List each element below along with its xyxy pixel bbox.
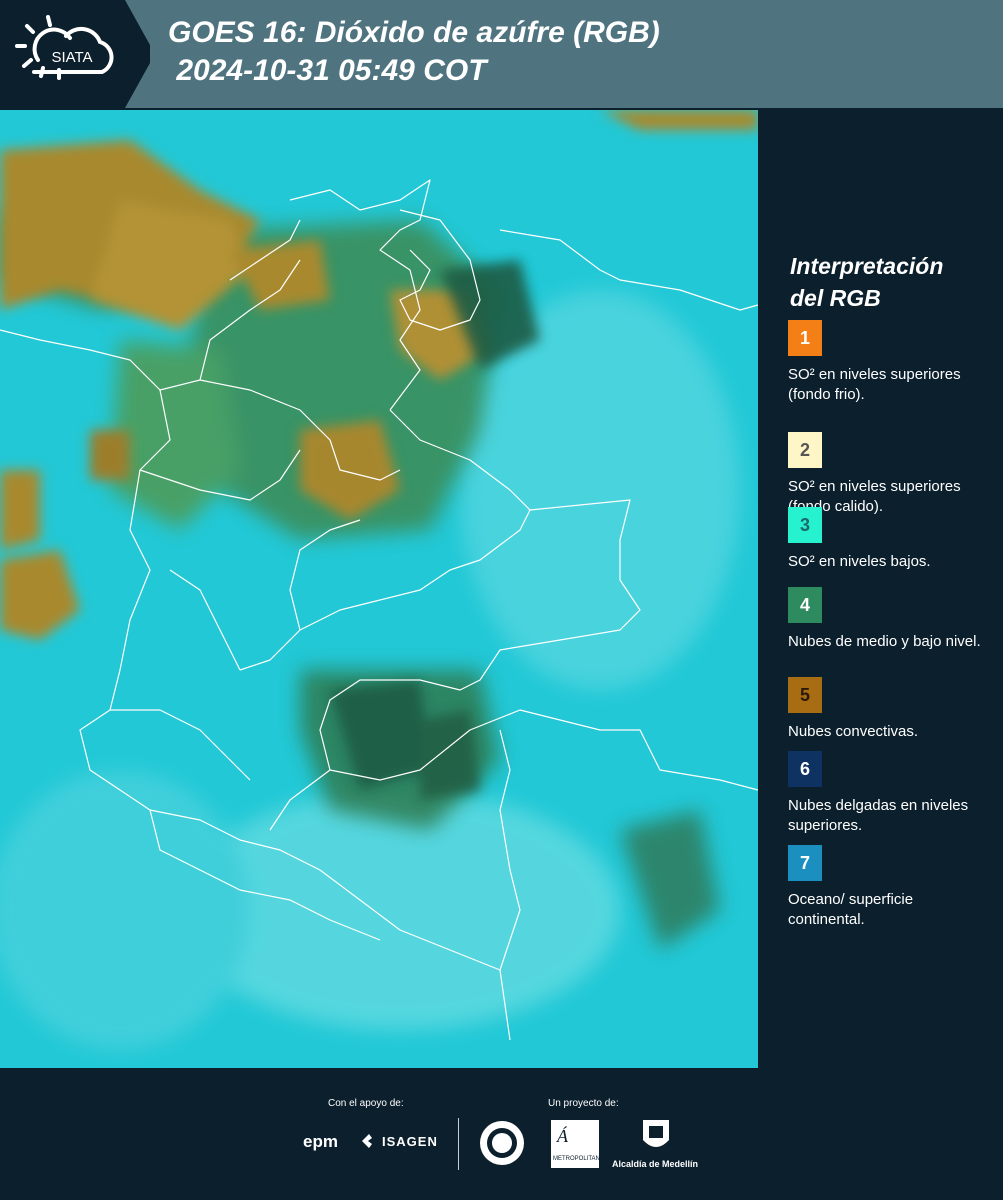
legend-item-text: Nubes convectivas. <box>788 723 919 740</box>
area-metropolitana-logo: Á METROPOLITANA <box>551 1120 604 1168</box>
epm-logo: epm <box>303 1132 338 1151</box>
legend-item-text: Nubes delgadas en niveles superiores. <box>788 797 969 834</box>
legend-swatch: 1 <box>788 320 822 356</box>
legend-title: Interpretación del RGB <box>790 250 943 314</box>
legend-title-line-2: del RGB <box>790 285 881 311</box>
legend-item-text: Oceano/ superficie continental. <box>788 891 914 928</box>
legend-swatch: 6 <box>788 751 822 787</box>
legend-item: 5 Nubes convectivas. <box>788 677 993 742</box>
legend-swatch: 2 <box>788 432 822 468</box>
legend-item-text: SO² en niveles bajos. <box>788 553 931 570</box>
legend-swatch: 4 <box>788 587 822 623</box>
title-line-1: GOES 16: Dióxido de azúfre (RGB) <box>168 16 660 49</box>
header-bar: SIATA GOES 16: Dióxido de azúfre (RGB) 2… <box>0 0 1003 108</box>
legend-title-line-1: Interpretación <box>790 253 944 279</box>
legend-item-text: SO² en niveles superiores (fondo frio). <box>788 366 961 403</box>
legend-swatch: 7 <box>788 845 822 881</box>
medellin-shield-icon <box>643 1120 669 1147</box>
satellite-map[interactable] <box>0 110 758 1068</box>
legend-item: 3 SO² en niveles bajos. <box>788 507 993 572</box>
isagen-mark-icon <box>362 1134 372 1148</box>
university-seal-icon <box>480 1121 524 1165</box>
map-image <box>0 110 758 1068</box>
legend-item: 4 Nubes de medio y bajo nivel. <box>788 587 993 652</box>
legend-panel: Interpretación del RGB 1 SO² en niveles s… <box>760 110 1003 1068</box>
siata-logo-icon: SIATA <box>15 15 114 80</box>
svg-text:SIATA: SIATA <box>51 49 92 66</box>
isagen-text: ISAGEN <box>382 1133 438 1149</box>
legend-item: 1 SO² en niveles superiores (fondo frio). <box>788 320 993 405</box>
footer-divider <box>458 1118 459 1170</box>
project-label: Un proyecto de: <box>548 1098 619 1109</box>
alcaldia-text: Alcaldía de Medellín <box>612 1159 699 1169</box>
page-title: GOES 16: Dióxido de azúfre (RGB) 2024-10… <box>168 14 660 90</box>
legend-item: 2 SO² en niveles superiores (fondo calido… <box>788 432 993 517</box>
legend-item-text: Nubes de medio y bajo nivel. <box>788 633 981 650</box>
support-label: Con el apoyo de: <box>328 1098 404 1109</box>
logo-tab: SIATA <box>0 0 150 108</box>
isagen-logo: ISAGEN <box>360 1132 438 1150</box>
legend-item: 7 Oceano/ superficie continental. <box>788 845 993 930</box>
title-line-2: 2024-10-31 05:49 COT <box>168 54 487 87</box>
legend-swatch: 5 <box>788 677 822 713</box>
legend-item: 6 Nubes delgadas en niveles superiores. <box>788 751 993 836</box>
footer-bar: Con el apoyo de: Un proyecto de: epm ISA… <box>0 1068 1003 1200</box>
metropolitana-text: METROPOLITANA <box>553 1156 604 1162</box>
legend-swatch: 3 <box>788 507 822 543</box>
